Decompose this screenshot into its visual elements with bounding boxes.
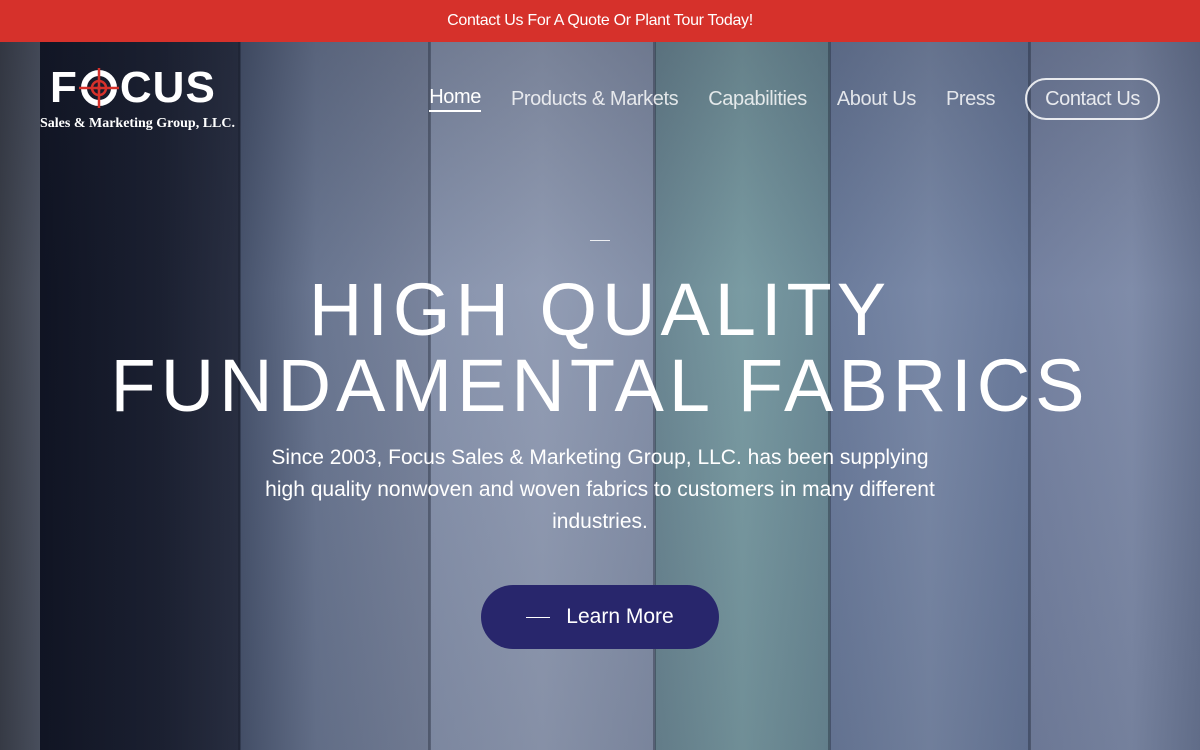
hero-section: F CUS Sales & Marketing Group, LLC. Home… <box>0 42 1200 750</box>
crosshair-icon <box>78 68 119 108</box>
hero-divider <box>590 240 610 241</box>
announcement-bar: Contact Us For A Quote Or Plant Tour Tod… <box>0 0 1200 42</box>
nav-about-us[interactable]: About Us <box>837 88 916 111</box>
hero-description: Since 2003, Focus Sales & Marketing Grou… <box>265 446 935 533</box>
main-nav: Home Products & Markets Capabilities Abo… <box>429 78 1160 120</box>
hero-headline: HIGH QUALITY FUNDAMENTAL FABRICS <box>0 272 1200 424</box>
logo-wordmark: F CUS <box>50 66 216 110</box>
learn-more-button[interactable]: Learn More <box>481 585 719 649</box>
brand-logo[interactable]: F CUS Sales & Marketing Group, LLC. <box>38 66 248 136</box>
logo-letters-cus: CUS <box>119 63 216 112</box>
nav-capabilities[interactable]: Capabilities <box>708 88 807 111</box>
nav-products-markets[interactable]: Products & Markets <box>511 88 679 111</box>
announcement-link[interactable]: Contact Us For A Quote Or Plant Tour Tod… <box>447 12 753 30</box>
nav-press[interactable]: Press <box>946 88 996 111</box>
dash-icon <box>526 616 551 618</box>
logo-tagline: Sales & Marketing Group, LLC. <box>40 116 235 131</box>
headline-line-1: HIGH QUALITY <box>308 268 892 351</box>
contact-us-button[interactable]: Contact Us <box>1025 78 1160 120</box>
logo-letter-f: F <box>50 63 78 112</box>
headline-line-2: FUNDAMENTAL FABRICS <box>110 344 1090 427</box>
learn-more-label: Learn More <box>566 605 674 628</box>
nav-home[interactable]: Home <box>429 86 481 112</box>
